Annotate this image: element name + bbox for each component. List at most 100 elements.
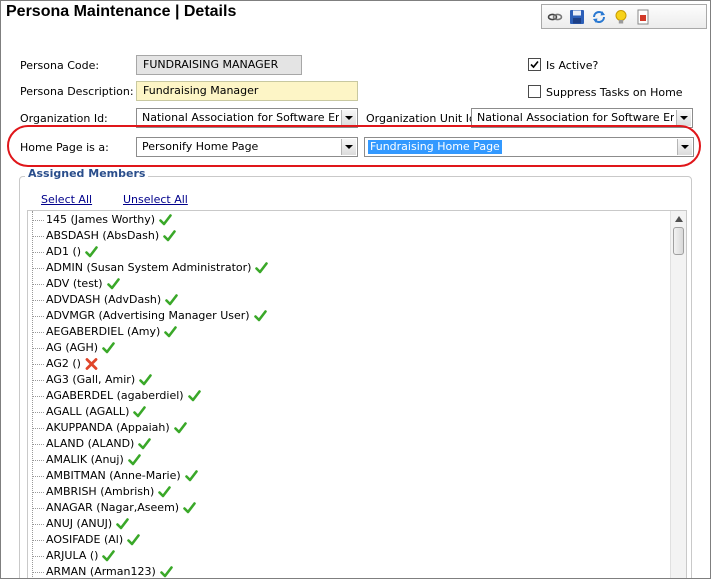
list-item[interactable]: ARJULA () bbox=[32, 548, 116, 564]
member-label: ABSDASH (AbsDash) bbox=[46, 229, 160, 242]
list-item[interactable]: AG (AGH) bbox=[32, 340, 115, 356]
tree-connector bbox=[32, 363, 44, 365]
assigned-members-title: Assigned Members bbox=[25, 167, 149, 180]
list-item[interactable]: ALAND (ALAND) bbox=[32, 436, 152, 452]
checkmark-icon bbox=[255, 262, 269, 274]
checkmark-icon bbox=[184, 470, 198, 482]
tree-connector bbox=[32, 571, 44, 573]
chevron-down-icon[interactable] bbox=[676, 110, 691, 126]
tree-connector bbox=[32, 427, 44, 429]
chevron-down-icon[interactable] bbox=[677, 139, 692, 155]
member-label: ANUJ (ANUJ) bbox=[46, 517, 113, 530]
checkmark-icon bbox=[164, 326, 178, 338]
list-item[interactable]: AMALIK (Anuj) bbox=[32, 452, 141, 468]
link-icon[interactable] bbox=[546, 8, 564, 26]
list-item[interactable]: AEGABERDIEL (Amy) bbox=[32, 324, 178, 340]
checkmark-icon bbox=[159, 214, 172, 226]
member-label: AOSIFADE (Al) bbox=[46, 533, 124, 546]
unselect-all-link[interactable]: Unselect All bbox=[123, 193, 188, 206]
list-item[interactable]: AGABERDEL (agaberdiel) bbox=[32, 388, 201, 404]
checkmark-icon bbox=[102, 550, 116, 562]
persona-code-label: Persona Code: bbox=[20, 59, 100, 72]
toolbar bbox=[541, 4, 707, 29]
member-label: ALAND (ALAND) bbox=[46, 437, 135, 450]
tree-connector bbox=[32, 283, 44, 285]
list-item[interactable]: AKUPPANDA (Appaiah) bbox=[32, 420, 187, 436]
list-item[interactable]: AG2 () bbox=[32, 356, 98, 372]
scroll-up-icon[interactable] bbox=[671, 211, 686, 226]
scroll-thumb[interactable] bbox=[673, 227, 684, 255]
lightbulb-icon[interactable] bbox=[612, 8, 630, 26]
tree-connector bbox=[32, 379, 44, 381]
home-page-select[interactable]: Fundraising Home Page bbox=[364, 137, 694, 157]
member-label: AMALIK (Anuj) bbox=[46, 453, 124, 466]
report-icon[interactable] bbox=[634, 8, 652, 26]
member-label: AMBITMAN (Anne-Marie) bbox=[46, 469, 181, 482]
list-item[interactable]: ABSDASH (AbsDash) bbox=[32, 228, 176, 244]
checkmark-icon bbox=[165, 294, 179, 306]
organization-id-label: Organization Id: bbox=[20, 112, 108, 125]
member-label: AMBRISH (Ambrish) bbox=[46, 485, 155, 498]
suppress-tasks-checkbox[interactable] bbox=[528, 85, 541, 98]
is-active-checkbox[interactable] bbox=[528, 58, 541, 71]
list-item[interactable]: ADMIN (Susan System Administrator) bbox=[32, 260, 269, 276]
checkmark-icon bbox=[133, 406, 147, 418]
checkmark-icon bbox=[183, 502, 196, 514]
tree-connector bbox=[32, 315, 44, 317]
checkmark-icon bbox=[127, 454, 141, 466]
chevron-down-icon[interactable] bbox=[341, 110, 356, 126]
checkmark-icon bbox=[116, 518, 129, 530]
member-label: ARMAN (Arman123) bbox=[46, 565, 156, 578]
page-title: Persona Maintenance | Details bbox=[6, 3, 237, 20]
member-label: AGALL (AGALL) bbox=[46, 405, 130, 418]
member-label: AEGABERDIEL (Amy) bbox=[46, 325, 161, 338]
list-item[interactable]: ADV (test) bbox=[32, 276, 120, 292]
persona-maintenance-window: Persona Maintenance | Details Persona Co… bbox=[0, 0, 711, 579]
save-icon[interactable] bbox=[568, 8, 586, 26]
list-item[interactable]: AMBITMAN (Anne-Marie) bbox=[32, 468, 198, 484]
tree-connector bbox=[32, 395, 44, 397]
persona-description-label: Persona Description: bbox=[20, 85, 134, 98]
checkmark-icon bbox=[139, 374, 152, 386]
checkmark-icon bbox=[85, 246, 98, 258]
list-item[interactable]: ADVMGR (Advertising Manager User) bbox=[32, 308, 267, 324]
refresh-icon[interactable] bbox=[590, 8, 608, 26]
tree-connector bbox=[32, 267, 44, 269]
list-item[interactable]: ARMAN (Arman123) bbox=[32, 564, 173, 578]
member-label: ADMIN (Susan System Administrator) bbox=[46, 261, 252, 274]
checkmark-icon bbox=[253, 310, 267, 322]
tree-connector bbox=[32, 523, 44, 525]
chevron-down-icon[interactable] bbox=[341, 139, 356, 155]
tree-connector bbox=[32, 251, 44, 253]
home-page-type-select[interactable]: Personify Home Page bbox=[136, 137, 358, 157]
list-item[interactable]: 145 (James Worthy) bbox=[32, 212, 172, 228]
persona-description-input[interactable]: Fundraising Manager bbox=[136, 81, 358, 101]
member-label: AGABERDEL (agaberdiel) bbox=[46, 389, 184, 402]
home-page-type-value: Personify Home Page bbox=[142, 140, 259, 153]
home-page-label: Home Page is a: bbox=[20, 141, 109, 154]
member-label: 145 (James Worthy) bbox=[46, 213, 156, 226]
list-item[interactable]: ANUJ (ANUJ) bbox=[32, 516, 129, 532]
checkmark-icon bbox=[163, 230, 176, 242]
list-item[interactable]: ADVDASH (AdvDash) bbox=[32, 292, 179, 308]
list-item[interactable]: ANAGAR (Nagar,Aseem) bbox=[32, 500, 196, 516]
vertical-scrollbar[interactable] bbox=[670, 211, 686, 578]
checkmark-icon bbox=[138, 438, 152, 450]
list-item[interactable]: AOSIFADE (Al) bbox=[32, 532, 140, 548]
list-item[interactable]: AGALL (AGALL) bbox=[32, 404, 147, 420]
tree-connector bbox=[32, 491, 44, 493]
list-item[interactable]: AD1 () bbox=[32, 244, 98, 260]
member-label: AG2 () bbox=[46, 357, 81, 370]
list-item[interactable]: AMBRISH (Ambrish) bbox=[32, 484, 172, 500]
tree-connector bbox=[32, 459, 44, 461]
tree-connector bbox=[32, 331, 44, 333]
checkmark-icon bbox=[187, 390, 201, 402]
member-label: ANAGAR (Nagar,Aseem) bbox=[46, 501, 180, 514]
tree-connector bbox=[32, 411, 44, 413]
home-page-value: Fundraising Home Page bbox=[368, 140, 502, 154]
tree-connector bbox=[32, 555, 44, 557]
list-item[interactable]: AG3 (Gall, Amir) bbox=[32, 372, 152, 388]
select-all-link[interactable]: Select All bbox=[41, 193, 92, 206]
tree-connector bbox=[32, 235, 44, 237]
members-tree[interactable]: 145 (James Worthy) ABSDASH (AbsDash) AD1 (… bbox=[27, 210, 687, 578]
